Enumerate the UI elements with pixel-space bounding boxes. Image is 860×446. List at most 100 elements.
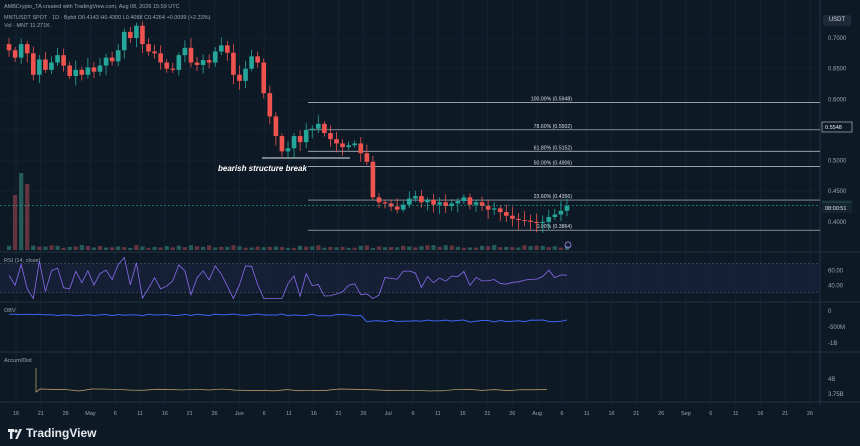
tradingview-brand[interactable]: TradingView bbox=[8, 426, 96, 440]
candle-body bbox=[394, 206, 400, 210]
candle-body bbox=[79, 69, 85, 75]
volume-bar bbox=[285, 247, 291, 250]
volume-bar bbox=[79, 245, 84, 250]
candle-body bbox=[115, 50, 121, 62]
volume-bar bbox=[103, 247, 109, 250]
candle-body bbox=[303, 129, 309, 143]
volume-bar bbox=[25, 184, 30, 250]
time-tick-label: 6 bbox=[560, 411, 563, 417]
rsi-tick-label: 60.00 bbox=[828, 269, 844, 275]
time-tick-label: 21 bbox=[336, 411, 342, 417]
volume-bar bbox=[395, 247, 400, 250]
candle-body bbox=[6, 44, 12, 51]
volume-bar bbox=[182, 247, 188, 250]
candle-body bbox=[352, 143, 358, 146]
candle-body bbox=[55, 55, 60, 63]
candle-body bbox=[340, 143, 345, 148]
candle-body bbox=[358, 143, 364, 154]
candle-body bbox=[255, 56, 260, 63]
time-tick-label: 16 bbox=[13, 411, 19, 417]
volume-bar bbox=[492, 245, 497, 250]
candle-body bbox=[491, 208, 497, 210]
time-tick-label: Sep bbox=[681, 411, 691, 417]
volume-bar bbox=[516, 247, 521, 250]
time-tick-label: 21 bbox=[633, 411, 639, 417]
volume-line: Vol · MNT 11.271K bbox=[4, 23, 50, 29]
candle-body bbox=[61, 55, 66, 66]
time-tick-label: 16 bbox=[608, 411, 614, 417]
candle-body bbox=[182, 47, 188, 56]
candle-body bbox=[443, 202, 448, 206]
volume-bar bbox=[528, 246, 533, 250]
candle-body bbox=[406, 198, 412, 205]
volume-bar bbox=[431, 245, 436, 250]
candle-body bbox=[212, 51, 218, 63]
time-tick-label: 21 bbox=[187, 411, 193, 417]
time-tick-label: Jun bbox=[235, 411, 244, 417]
volume-bar bbox=[510, 247, 515, 250]
volume-bar bbox=[358, 245, 363, 250]
candle-body bbox=[370, 161, 376, 198]
time-tick-label: 6 bbox=[263, 411, 266, 417]
candle-body bbox=[528, 220, 533, 222]
volume-bar bbox=[340, 246, 345, 250]
volume-bar bbox=[479, 245, 485, 250]
candle-body bbox=[18, 44, 24, 58]
candle-body bbox=[170, 68, 176, 70]
candle-body bbox=[121, 31, 127, 51]
volume-bar bbox=[291, 247, 297, 250]
candle-body bbox=[479, 202, 485, 206]
volume-bar bbox=[12, 195, 18, 250]
symbol-line[interactable]: MNTUSDT SPOT · 1D · Bybit bbox=[4, 15, 76, 21]
price-tick-label: 0.4500 bbox=[828, 189, 847, 195]
candle-body bbox=[328, 133, 333, 140]
candle-body bbox=[243, 68, 248, 81]
candle-body bbox=[461, 197, 467, 202]
volume-bar bbox=[134, 245, 139, 250]
candle-body bbox=[279, 136, 285, 152]
volume-bar bbox=[461, 247, 466, 250]
time-tick-label: 26 bbox=[63, 411, 69, 417]
volume-bar bbox=[61, 247, 66, 250]
volume-bar bbox=[213, 247, 218, 250]
volume-bar bbox=[91, 247, 97, 250]
volume-bar bbox=[413, 247, 418, 250]
candle-body bbox=[97, 65, 103, 72]
volume-bar bbox=[249, 247, 254, 250]
candle-body bbox=[467, 197, 473, 205]
volume-bar bbox=[437, 246, 442, 250]
volume-bar bbox=[49, 245, 54, 250]
candle-body bbox=[103, 57, 109, 66]
price-tag-label: 0.5548 bbox=[825, 125, 842, 131]
currency-button[interactable]: USDT bbox=[823, 15, 851, 26]
candle-body bbox=[431, 199, 436, 205]
candle-body bbox=[540, 221, 546, 224]
candle-body bbox=[109, 57, 115, 62]
volume-bar bbox=[110, 247, 115, 250]
time-tick-label: May bbox=[85, 411, 96, 417]
time-tick-label: 16 bbox=[460, 411, 466, 417]
volume-bar bbox=[388, 246, 394, 250]
volume-bar bbox=[498, 247, 503, 250]
candle-body bbox=[12, 50, 18, 58]
time-tick-label: 26 bbox=[807, 411, 813, 417]
price-tick-label: 0.7000 bbox=[828, 36, 847, 42]
volume-bar bbox=[273, 246, 278, 250]
obv-tick-label: -500M bbox=[828, 325, 845, 331]
candle-body bbox=[485, 205, 491, 210]
volume-bar bbox=[310, 246, 315, 250]
volume-bar bbox=[237, 246, 242, 250]
symbol-ohlc: MNTUSDT SPOT · 1D · Bybit O0.4143 H0.430… bbox=[4, 15, 210, 21]
chart-canvas[interactable]: 0.70000.65000.60000.55000.50000.45000.40… bbox=[0, 0, 860, 446]
candle-body bbox=[504, 212, 509, 216]
candle-body bbox=[382, 202, 388, 204]
volume-bar bbox=[558, 247, 564, 250]
candle-body bbox=[67, 65, 72, 76]
price-tick-label: 0.4000 bbox=[828, 220, 847, 226]
volume-bar bbox=[455, 246, 460, 250]
time-tick-label: 6 bbox=[114, 411, 117, 417]
volume-bar bbox=[6, 245, 12, 250]
volume-bar bbox=[200, 246, 206, 250]
candle-body bbox=[558, 210, 564, 215]
volume-bar bbox=[152, 246, 157, 250]
